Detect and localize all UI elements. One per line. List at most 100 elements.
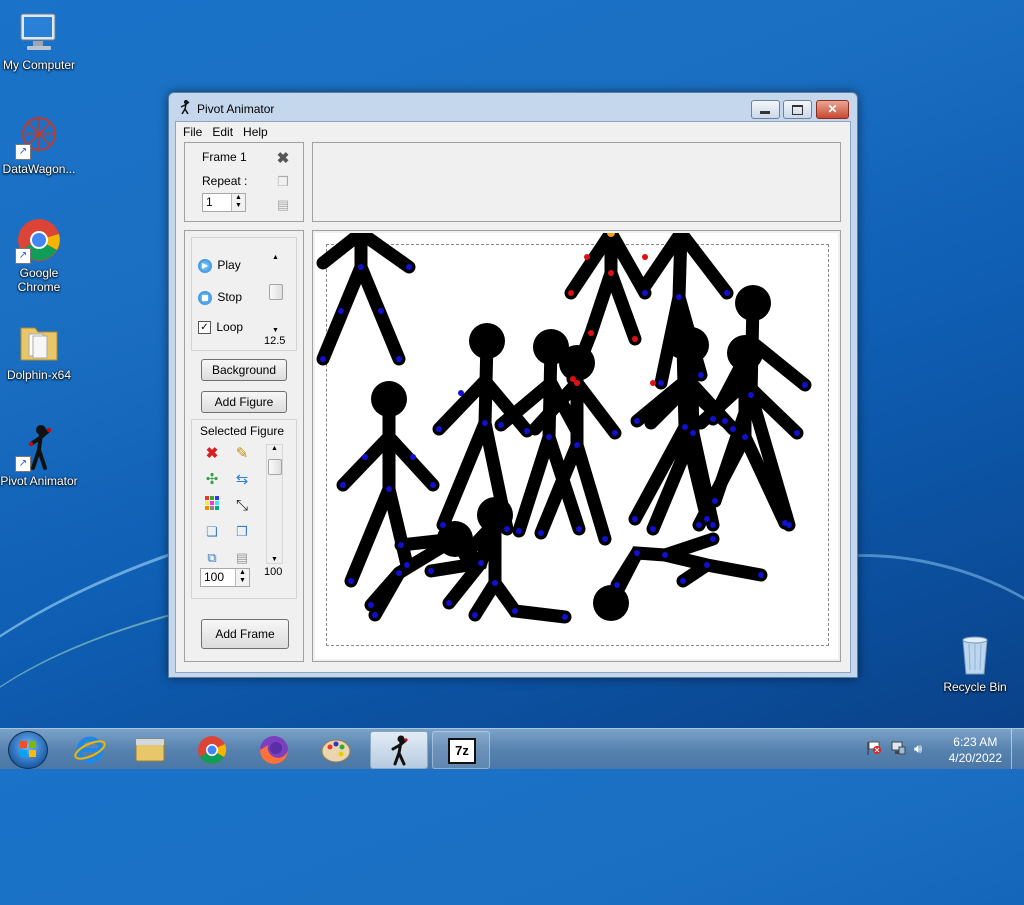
desktop-icon-label: My Computer — [2, 58, 76, 72]
taskbar-7zip[interactable]: 7z — [432, 731, 490, 769]
speed-slider-thumb[interactable] — [269, 284, 283, 300]
close-button[interactable]: ✕ — [816, 100, 849, 119]
speed-slider[interactable]: ▲ ▼ — [268, 254, 283, 334]
menu-help[interactable]: Help — [240, 125, 271, 139]
desktop-icon-label: Dolphin-x64 — [6, 368, 72, 382]
window-title: Pivot Animator — [197, 102, 275, 116]
taskbar: 7z 🔊︎ 6:23 AM 4/20/2022 — [0, 728, 1024, 769]
send-to-back-icon[interactable]: ❐ — [232, 522, 252, 542]
window-client: File Edit Help Frame 1 Repeat : 1 ▲ ▼ ✖ ❐… — [175, 121, 851, 673]
figure-scale-spinner[interactable]: 100 ▲ ▼ — [200, 568, 250, 587]
add-figure-button[interactable]: Add Figure — [201, 391, 287, 413]
checkbox-checked-icon: ✓ — [198, 321, 211, 335]
loop-label: Loop — [216, 320, 244, 334]
delete-figure-icon[interactable]: ✖ — [202, 444, 222, 464]
menu-edit[interactable]: Edit — [209, 125, 236, 139]
color-palette-icon[interactable] — [202, 496, 222, 516]
7zip-icon: 7z — [448, 738, 476, 764]
maximize-button[interactable] — [783, 100, 812, 119]
tray-network-icon[interactable] — [890, 741, 906, 755]
stick-figures[interactable] — [315, 233, 838, 659]
paste-frame-icon[interactable]: ▤ — [273, 195, 293, 215]
canvas-panel — [312, 230, 841, 662]
chrome-icon: ↗ — [15, 216, 63, 264]
system-clock[interactable]: 6:23 AM 4/20/2022 — [949, 734, 1002, 766]
repeat-spinner[interactable]: 1 ▲ ▼ — [202, 193, 246, 212]
repeat-label: Repeat : — [202, 174, 248, 188]
pivot-animator-window: Pivot Animator ✕ File Edit Help Frame 1 … — [168, 92, 858, 678]
scroll-up-icon: ▲ — [271, 445, 278, 452]
close-icon: ✕ — [827, 102, 838, 116]
scroll-down-icon: ▼ — [272, 327, 279, 334]
stickman-icon: ↗ — [15, 424, 63, 472]
taskbar-paint[interactable] — [308, 731, 364, 767]
desktop-icon-my-computer[interactable]: My Computer — [0, 8, 81, 72]
minimize-button[interactable] — [751, 100, 780, 119]
desktop-icon-label: Recycle Bin — [943, 680, 1007, 694]
chrome-icon — [198, 736, 227, 764]
computer-icon — [15, 8, 63, 56]
animation-canvas[interactable] — [315, 233, 838, 659]
join-segment-icon[interactable]: ⤡ — [232, 496, 252, 516]
desktop-icon-label: DataWagon... — [2, 162, 76, 176]
scroll-down-icon: ▼ — [271, 556, 278, 563]
tray-volume-icon[interactable]: 🔊︎ — [914, 741, 930, 756]
menu-bar: File Edit Help — [176, 122, 850, 141]
spinner-arrows-icon[interactable]: ▲ ▼ — [235, 569, 249, 586]
clock-date: 4/20/2022 — [948, 751, 1002, 765]
frame-panel: Frame 1 Repeat : 1 ▲ ▼ ✖ ❐ ▤ — [184, 142, 304, 222]
spinner-arrows-icon[interactable]: ▲ ▼ — [231, 194, 245, 211]
paint-palette-icon — [321, 739, 351, 763]
show-desktop-button[interactable] — [1011, 729, 1024, 769]
start-button[interactable] — [8, 731, 48, 769]
loop-checkbox[interactable]: ✓ Loop — [198, 320, 244, 335]
copy-figure-icon[interactable]: ⧉ — [202, 548, 222, 568]
copy-frame-icon[interactable]: ❐ — [273, 172, 293, 192]
minimize-icon — [760, 111, 770, 114]
selected-figure-label: Selected Figure — [200, 424, 285, 438]
desktop-icon-label: Google Chrome — [17, 266, 61, 294]
play-label: Play — [217, 258, 241, 272]
folder-icon — [135, 738, 165, 762]
taskbar-firefox[interactable] — [246, 731, 302, 767]
taskbar-file-explorer[interactable] — [122, 731, 178, 767]
desktop-icon-pivot-animator[interactable]: ↗ Pivot Animator — [0, 424, 81, 488]
taskbar-internet-explorer[interactable] — [62, 731, 118, 767]
desktop-icon-google-chrome[interactable]: ↗ Google Chrome — [0, 216, 81, 294]
tray-flag-icon[interactable] — [866, 741, 882, 755]
taskbar-pivot-animator[interactable] — [370, 731, 428, 769]
playback-group: ▶ Play Stop ✓ Loop ▲ ▼ 12.5 — [191, 237, 297, 351]
internet-explorer-icon — [74, 736, 106, 764]
play-icon: ▶ — [198, 258, 212, 273]
edit-figure-icon[interactable]: ✎ — [232, 444, 252, 464]
stop-button[interactable]: Stop — [198, 290, 242, 305]
shortcut-arrow-icon: ↗ — [15, 248, 31, 264]
folder-icon — [15, 318, 63, 366]
figure-scale-scrollbar[interactable]: ▲ ▼ — [266, 444, 283, 564]
add-frame-button[interactable]: Add Frame — [201, 619, 289, 649]
recycle-bin-icon — [951, 630, 999, 678]
windows-logo-icon — [20, 741, 36, 757]
maximize-icon — [792, 105, 803, 115]
delete-frame-icon[interactable]: ✖ — [273, 149, 293, 169]
desktop-icon-datawagon[interactable]: ↗ DataWagon... — [0, 112, 81, 176]
timeline-panel[interactable] — [312, 142, 841, 222]
app-icon — [179, 100, 191, 117]
desktop-icon-recycle-bin[interactable]: Recycle Bin — [933, 630, 1017, 694]
firefox-icon — [260, 736, 288, 764]
tools-panel: ▶ Play Stop ✓ Loop ▲ ▼ 12.5 Background A… — [184, 230, 304, 662]
taskbar-chrome[interactable] — [184, 731, 240, 767]
menu-file[interactable]: File — [180, 125, 205, 139]
figure-scale-thumb[interactable] — [268, 459, 282, 475]
background-button[interactable]: Background — [201, 359, 287, 381]
center-figure-icon[interactable]: ✣ — [202, 470, 222, 490]
paste-figure-icon[interactable]: ▤ — [232, 548, 252, 568]
speed-value: 12.5 — [264, 335, 286, 347]
bring-to-front-icon[interactable]: ❏ — [202, 522, 222, 542]
desktop-icon-dolphin[interactable]: Dolphin-x64 — [0, 318, 81, 382]
stop-label: Stop — [217, 290, 243, 304]
flip-figure-icon[interactable]: ⇆ — [232, 470, 252, 490]
play-button[interactable]: ▶ Play — [198, 258, 241, 273]
title-bar[interactable]: Pivot Animator ✕ — [169, 93, 857, 121]
stickman-icon — [391, 735, 408, 766]
